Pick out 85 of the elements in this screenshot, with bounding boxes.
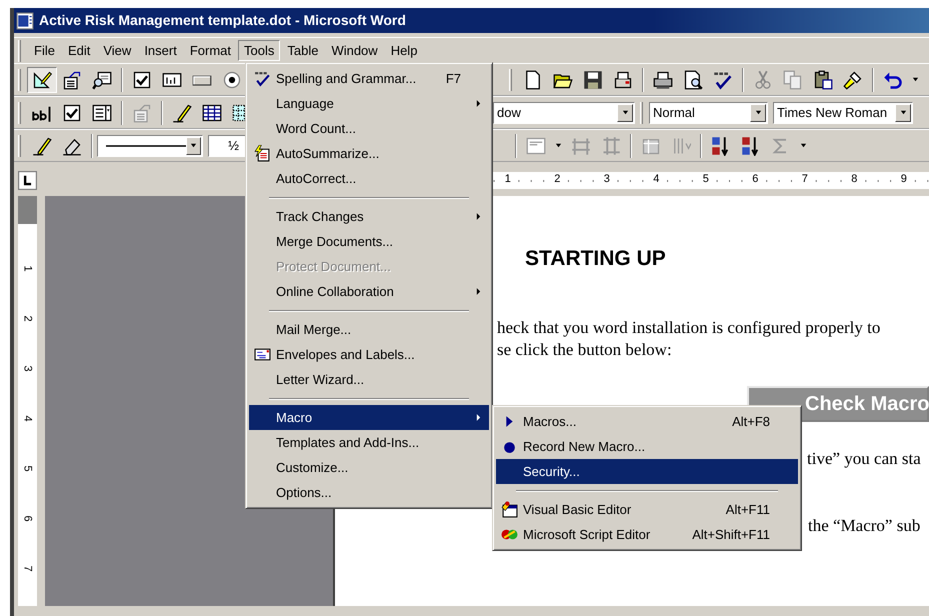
style-dropdown[interactable]: dow [493,102,635,124]
menu-item[interactable]: Spelling and Grammar... F7 [249,66,489,91]
document-heading: STARTING UP [525,246,667,272]
sort-descending-icon[interactable] [741,136,761,156]
menu-item[interactable]: Table [281,40,324,62]
caret-icon[interactable] [190,142,197,149]
caret-icon[interactable] [800,142,807,149]
spelling-icon[interactable] [713,70,733,90]
menu-item[interactable]: Letter Wizard... [249,367,489,392]
table-icon[interactable] [202,102,222,122]
brush-icon[interactable] [843,70,863,90]
line-style-dropdown[interactable] [97,134,203,156]
menu-item[interactable]: View [97,40,138,62]
menu-item[interactable]: Edit [62,40,96,62]
ruler-number: 9 [900,173,908,186]
new-document-icon[interactable] [523,70,543,90]
menu-item[interactable]: Record New Macro... [496,434,798,459]
menu-item[interactable]: Online Collaboration [249,279,489,304]
checkbox-icon[interactable] [62,102,82,122]
document-magnifier-icon[interactable] [92,70,112,90]
ruler-number: 5 [21,466,34,472]
ruler-number: 4 [21,416,34,422]
paste-icon[interactable] [813,70,833,90]
ruler-number: 2 [21,316,34,322]
ruler-number: 6 [21,516,34,522]
ruler-number: 6 [751,173,760,186]
checkbox-icon[interactable] [132,70,152,90]
menu-item[interactable]: Help [384,40,424,62]
sort-ascending-icon[interactable] [711,136,731,156]
body-text-line: heck that you word installation is configured properly to [497,317,882,340]
list-field-icon[interactable] [92,102,112,122]
menu-item[interactable]: Macro [249,405,489,430]
menu-item[interactable]: Options... [249,480,489,505]
menu-item[interactable]: Merge Documents... [249,229,489,254]
body-text-line: the “Macro” sub [808,515,922,538]
tab-stop-icon[interactable] [18,170,37,190]
window-icon [501,501,518,518]
ruler-number: 1 [21,266,34,272]
caret-icon[interactable] [622,109,628,116]
menu-item[interactable]: Microsoft Script Editor Alt+Shift+F11 [496,522,798,547]
cell-alignment-icon[interactable] [526,136,546,156]
app-icon [16,12,34,30]
print-preview-icon[interactable] [683,70,703,90]
print-icon[interactable] [653,70,673,90]
menu-item[interactable]: Track Changes [249,204,489,229]
menu-item[interactable]: Security... [496,459,798,484]
pencil-icon[interactable] [172,102,192,122]
menu-item[interactable]: Language [249,91,489,116]
font-dropdown[interactable]: Times New Roman [773,102,913,124]
menu-item[interactable]: Envelopes and Labels... [249,342,489,367]
menu-item[interactable]: Visual Basic Editor Alt+F11 [496,497,798,522]
menu-item[interactable]: File [28,40,61,62]
pencil-icon[interactable] [32,136,52,156]
envelope-icon [254,346,271,363]
menu-item[interactable]: AutoCorrect... [249,166,489,191]
line-style-icon [106,144,186,148]
radio-button-icon[interactable] [222,70,242,90]
paragraph-style-dropdown[interactable]: Normal [649,102,768,124]
caret-icon[interactable] [900,109,906,116]
body-text-line: tive” you can sta [807,448,922,470]
menu-item[interactable]: Customize... [249,455,489,480]
ruler-number: 3 [21,366,34,372]
menu-item[interactable]: Templates and Add-Ins... [249,430,489,455]
menu-item[interactable]: Format [184,40,237,62]
spelling-icon [254,70,271,87]
ruler-number: 3 [602,173,611,186]
lightning-document-icon [254,145,271,162]
ruler-number: 7 [21,566,34,572]
menu-item[interactable]: Insert [138,40,183,62]
ruler-number: 5 [702,173,710,186]
caret-icon[interactable] [912,76,919,83]
menu-item[interactable]: Tools [238,40,280,62]
document-tray-icon[interactable] [613,70,633,90]
undo-icon[interactable] [883,70,903,90]
window-title: Active Risk Management template.dot - Microsoft Word [39,12,406,29]
ruler-number: 8 [850,173,858,186]
ruler-pencil-icon [32,70,52,90]
caret-icon[interactable] [754,109,762,116]
menu-item[interactable]: Mail Merge... [249,317,489,342]
menu-item[interactable]: Window [325,40,384,62]
caret-icon[interactable] [555,142,562,149]
design-mode-button[interactable] [27,66,57,92]
save-icon[interactable] [583,70,603,90]
body-text-line: se click the button below: [497,339,673,362]
properties-icon[interactable] [62,70,82,90]
